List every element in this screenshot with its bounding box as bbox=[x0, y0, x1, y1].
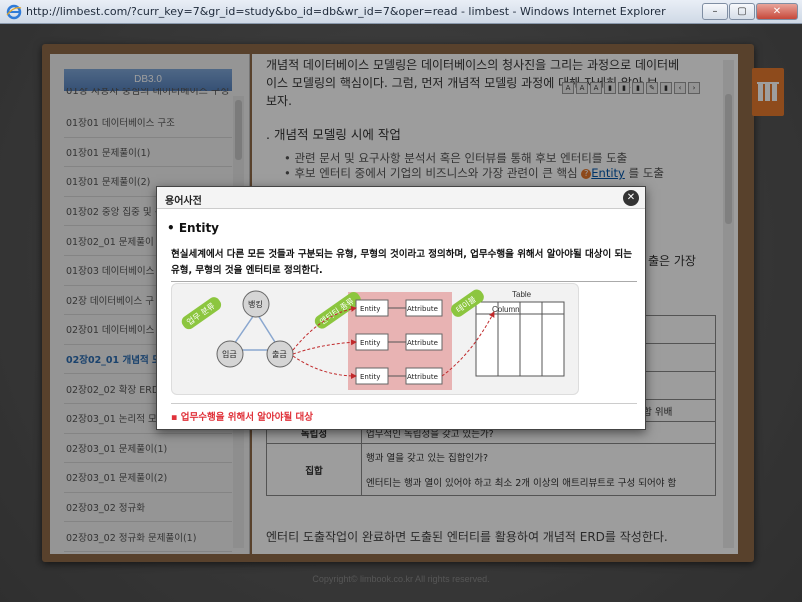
column-label: Column bbox=[492, 305, 520, 314]
window-controls: – ▢ ✕ bbox=[702, 3, 798, 20]
popup-note: ▪ 업무수행을 위해서 알아야될 대상 bbox=[171, 412, 314, 423]
attribute-box-3: Attribute bbox=[407, 373, 438, 381]
node-bank-label: 뱅킹 bbox=[248, 299, 263, 309]
entity-diagram-svg: Table Column 뱅킹 입금 출금 업무 분류 엔티티 종류 테이블 E… bbox=[181, 289, 565, 390]
popup-definition: 현실세계에서 다른 모든 것들과 구분되는 유형, 무형의 것이라고 정의하며,… bbox=[171, 247, 637, 282]
popup-divider bbox=[171, 403, 637, 404]
ie-logo-icon bbox=[6, 4, 22, 19]
entity-box-2: Entity bbox=[360, 339, 380, 347]
table-label: Table bbox=[512, 290, 532, 299]
tag-business: 업무 분류 bbox=[181, 297, 222, 330]
entity-box-1: Entity bbox=[360, 305, 380, 313]
popup-title: 용어사전 bbox=[165, 196, 202, 207]
popup-term: • Entity bbox=[167, 221, 219, 235]
entity-box-3: Entity bbox=[360, 373, 380, 381]
entity-diagram: Table Column 뱅킹 입금 출금 업무 분류 엔티티 종류 테이블 E… bbox=[171, 283, 579, 395]
maximize-button[interactable]: ▢ bbox=[729, 3, 755, 20]
popup-header: 용어사전 ✕ bbox=[157, 187, 645, 209]
glossary-popup: 용어사전 ✕ • Entity 현실세계에서 다른 모든 것들과 구분되는 유형… bbox=[156, 186, 646, 430]
popup-close-button[interactable]: ✕ bbox=[623, 190, 639, 206]
minimize-button[interactable]: – bbox=[702, 3, 728, 20]
attribute-box-1: Attribute bbox=[407, 305, 438, 313]
window-title: http://limbest.com/?curr_key=7&gr_id=stu… bbox=[26, 5, 666, 18]
node-deposit-label: 입금 bbox=[222, 350, 237, 359]
window-titlebar: http://limbest.com/?curr_key=7&gr_id=stu… bbox=[0, 0, 802, 24]
close-window-button[interactable]: ✕ bbox=[756, 3, 798, 20]
attribute-box-2: Attribute bbox=[407, 339, 438, 347]
node-withdraw-label: 출금 bbox=[272, 349, 287, 359]
